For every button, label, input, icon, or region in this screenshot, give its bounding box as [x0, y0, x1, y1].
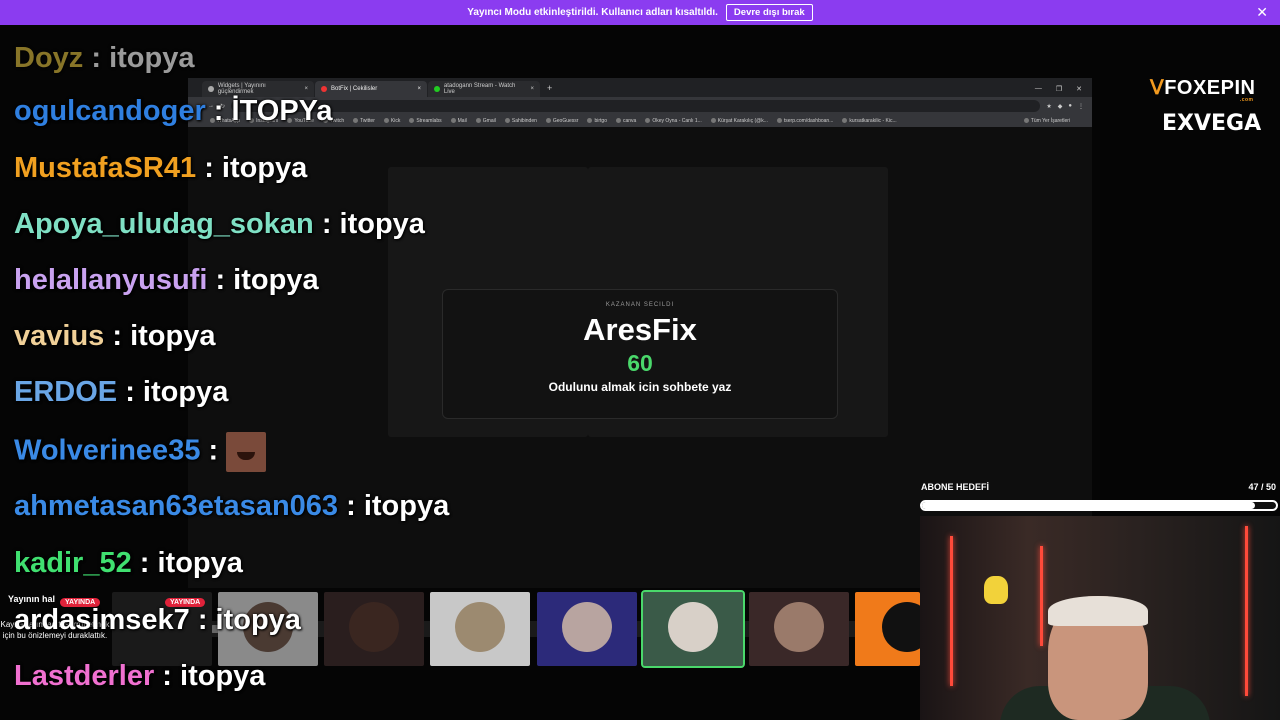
streamer-card[interactable] [855, 592, 920, 666]
close-window-icon[interactable]: ✕ [1076, 85, 1082, 93]
chat-text: : [208, 434, 219, 467]
menu-icon[interactable]: ⋮ [1078, 103, 1084, 110]
profile-icon[interactable]: ● [1068, 103, 1072, 109]
streamer-card[interactable] [218, 592, 318, 666]
avatar [774, 602, 824, 652]
live-badge: YAYINDA [165, 598, 206, 607]
chat-text: : itopya [321, 208, 425, 240]
chat-message: helallanyusufi : itopya [14, 262, 319, 298]
paused-text: Kaynaklarından tasarruf etmek için bu ön… [0, 620, 110, 640]
foxepin-logo: ᐯFOXEPIN .com [1150, 77, 1256, 103]
chat-username: ahmetasan63etasan063 [14, 490, 339, 522]
chat-username: MustafaSR41 [14, 152, 197, 184]
laughing-emote-icon [226, 432, 267, 472]
paused-preview-notice: Yayının hal Kaynaklarından tasarruf etme… [0, 594, 110, 641]
restore-icon[interactable]: ❐ [1056, 85, 1062, 93]
sub-goal-fill [922, 502, 1255, 509]
sub-goal-count: 47 / 50 [1248, 482, 1276, 492]
avatar [882, 602, 920, 652]
chat-message: ahmetasan63etasan063 : itopya [14, 488, 449, 524]
paused-title: Yayının hal [8, 594, 56, 604]
chat-username: Apoya_uludag_sokan [14, 208, 314, 240]
chat-text: : itopya [112, 320, 216, 352]
chat-message: Wolverinee35 : [14, 432, 267, 472]
chat-message: Apoya_uludag_sokan : itopya [14, 206, 425, 242]
exvega-logo: EXVEGA [1162, 111, 1262, 136]
avatar [243, 602, 293, 652]
chat-message: MustafaSR41 : itopya [14, 150, 307, 186]
chat-username: helallanyusufi [14, 264, 208, 296]
streamer-card[interactable] [537, 592, 637, 666]
close-icon[interactable]: ✕ [1256, 4, 1268, 21]
chat-username: ogulcandoger [14, 95, 206, 127]
streamer-card[interactable] [749, 592, 849, 666]
streamer-strip: YAYINDA YAYINDA [0, 590, 920, 668]
chat-username: ERDOE [14, 376, 118, 408]
sub-goal-progress [920, 500, 1278, 511]
chat-text: : itopya [91, 42, 195, 74]
chat-message: Doyz : itopya [14, 40, 194, 76]
window-controls: — ❐ ✕ [1035, 85, 1092, 97]
minimize-icon[interactable]: — [1035, 85, 1042, 93]
chat-text: : itopya [139, 547, 243, 579]
chat-message: vavius : itopya [14, 318, 215, 354]
chat-message: ERDOE : itopya [14, 374, 228, 410]
pikachu-figure [984, 576, 1008, 604]
fox-icon: ᐯ [1150, 77, 1165, 99]
chat-text: : itopya [215, 264, 319, 296]
chat-message: kadir_52 : itopya [14, 545, 243, 581]
chat-username: vavius [14, 320, 105, 352]
avatar [562, 602, 612, 652]
avatar [668, 602, 718, 652]
streamer-card[interactable] [324, 592, 424, 666]
avatar [455, 602, 505, 652]
chat-text: : itopya [125, 376, 229, 408]
streamer-card-selected[interactable] [641, 590, 745, 668]
chat-text: : itopya [346, 490, 450, 522]
chat-username: Doyz [14, 42, 84, 74]
webcam-feed [920, 516, 1280, 720]
sub-goal-label: ABONE HEDEFİ [921, 482, 990, 492]
avatar [349, 602, 399, 652]
extensions-icon[interactable]: ◆ [1058, 103, 1063, 110]
chat-username: Wolverinee35 [14, 434, 201, 467]
star-icon[interactable]: ★ [1046, 103, 1051, 110]
chat-username: kadir_52 [14, 547, 132, 579]
all-bookmarks[interactable]: Tüm Yer İşaretleri [1024, 118, 1070, 124]
chat-text: : İTOPYa [213, 95, 333, 127]
chat-message: ogulcandoger : İTOPYa [14, 93, 333, 129]
streamer-card[interactable] [430, 592, 530, 666]
chat-text: : itopya [204, 152, 308, 184]
